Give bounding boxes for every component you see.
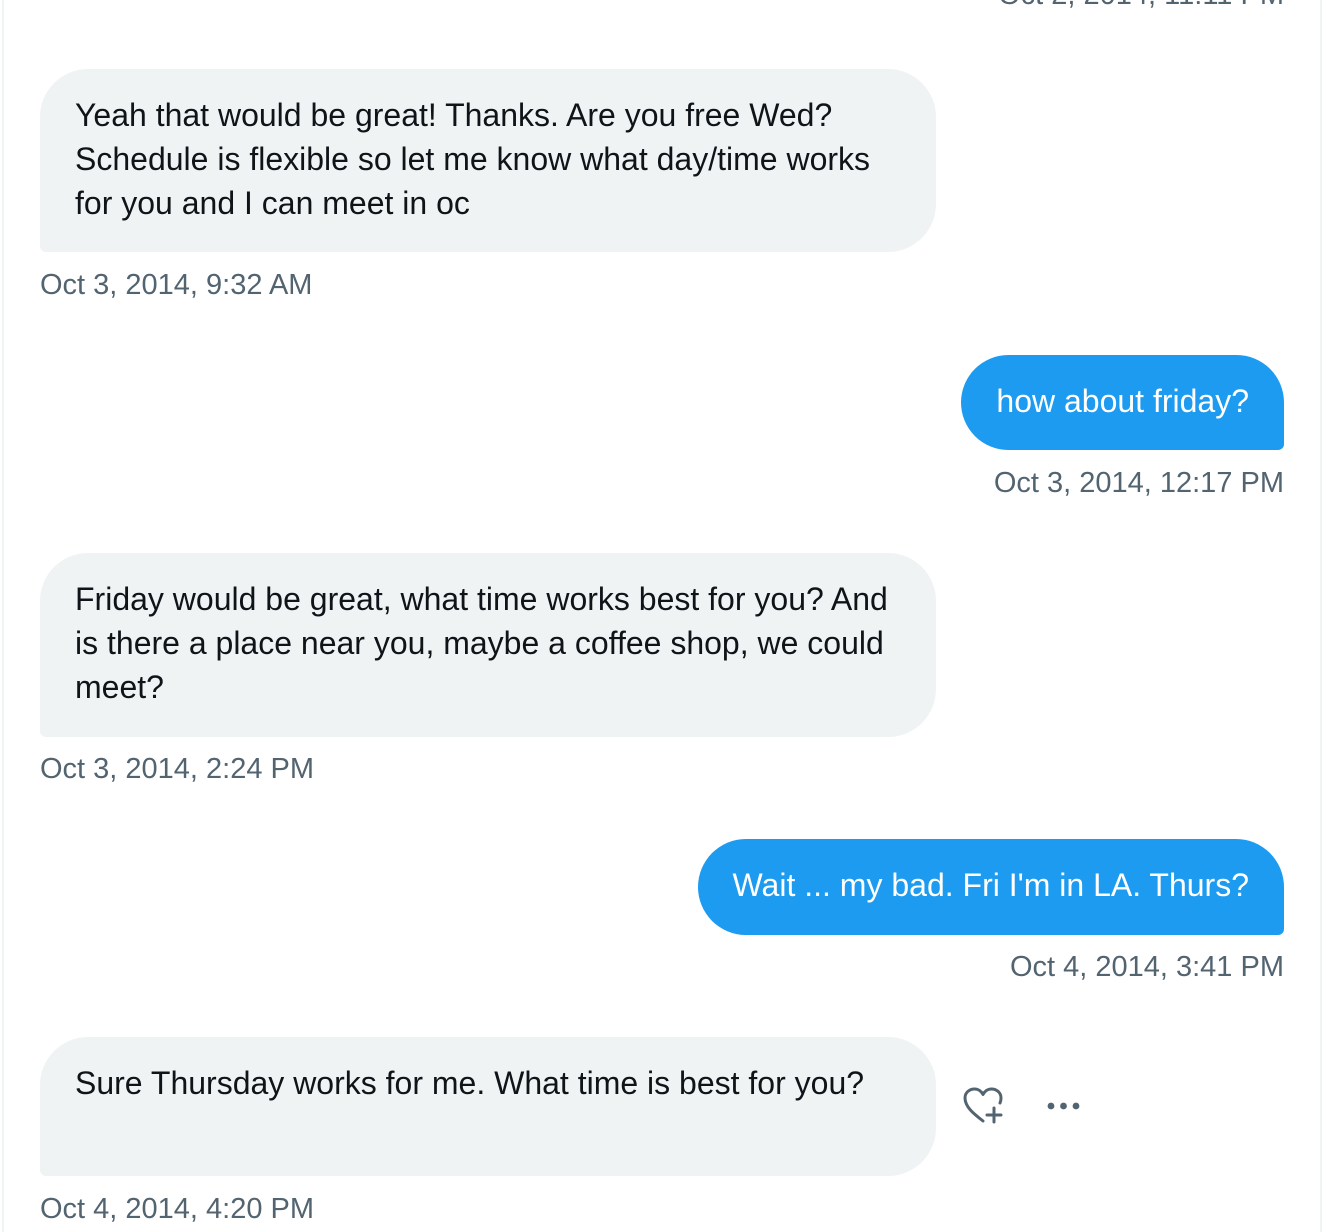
heart-plus-icon[interactable] [962,1086,1006,1126]
message-text: Yeah that would be great! Thanks. Are yo… [75,97,871,221]
outgoing-message-bubble[interactable]: how about friday? [961,355,1284,450]
message-text: Sure Thursday works for me. What time is… [75,1065,865,1101]
message-timestamp: Oct 3, 2014, 9:32 AM [40,269,313,301]
conversation-border-right [1320,0,1322,1232]
outgoing-message-bubble[interactable]: Wait ... my bad. Fri I'm in LA. Thurs? [697,839,1284,935]
message-timestamp: Oct 4, 2014, 3:41 PM [1009,951,1284,983]
message-timestamp: Oct 3, 2014, 2:24 PM [40,753,315,785]
incoming-message-bubble[interactable]: Sure Thursday works for me. What time is… [40,1037,936,1176]
message-text: Wait ... my bad. Fri I'm in LA. Thurs? [732,867,1249,903]
incoming-message-bubble[interactable]: Friday would be great, what time works b… [40,553,936,737]
message-timestamp: Oct 4, 2014, 4:20 PM [40,1193,315,1225]
incoming-message-bubble[interactable]: Yeah that would be great! Thanks. Are yo… [40,69,936,252]
message-timestamp: Oct 3, 2014, 12:17 PM [993,467,1284,499]
message-text: how about friday? [996,383,1249,419]
message-timestamp: Oct 2, 2014, 11:11 PM [998,0,1284,12]
more-horizontal-icon[interactable] [1044,1096,1084,1116]
message-text: Friday would be great, what time works b… [75,581,888,705]
conversation-border-left [2,0,4,1232]
